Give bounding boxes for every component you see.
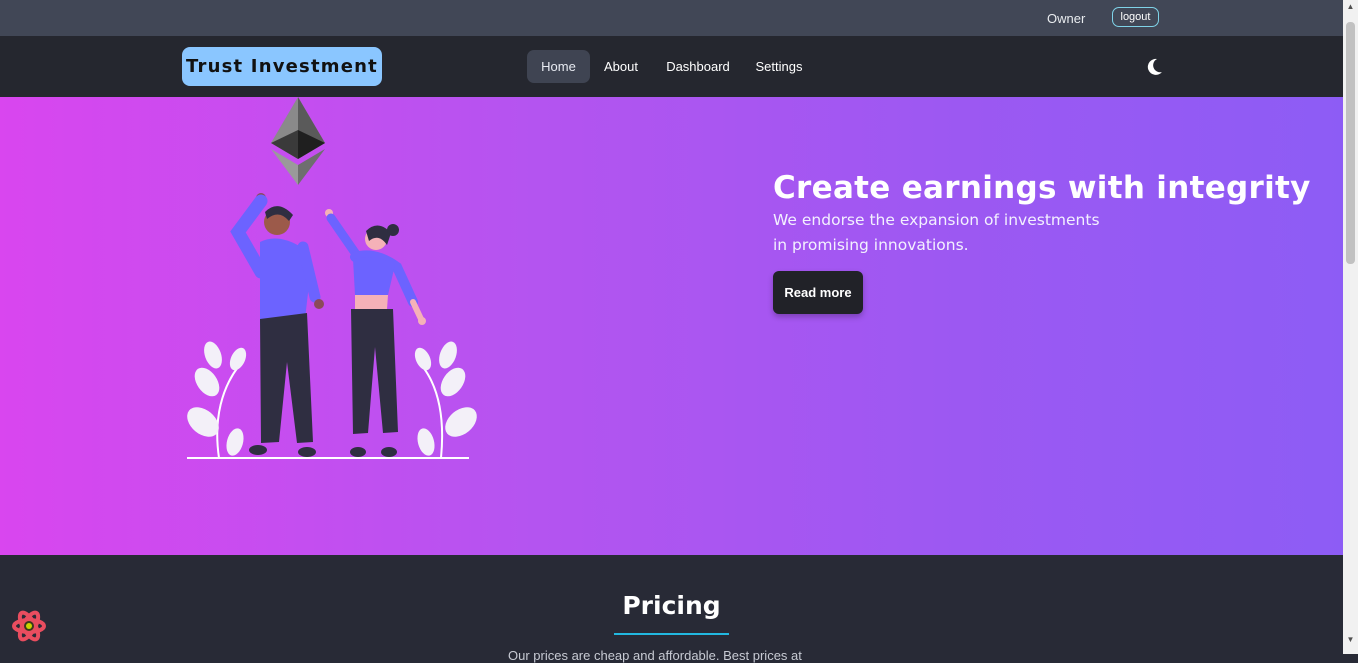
logout-button[interactable]: logout [1112, 7, 1159, 27]
moon-icon[interactable] [1143, 56, 1165, 78]
main-navbar: Trust Investment Home About Dashboard Se… [0, 36, 1343, 97]
nav-dashboard[interactable]: Dashboard [663, 50, 733, 83]
pricing-underline [614, 633, 729, 635]
hero-title: Create earnings with integrity [773, 170, 1311, 206]
nav-about[interactable]: About [599, 50, 643, 83]
pricing-subtitle: Our prices are cheap and affordable. Bes… [508, 648, 802, 663]
hero-section: Create earnings with integrity We endors… [0, 97, 1343, 555]
nav-home[interactable]: Home [527, 50, 590, 83]
scrollbar-thumb[interactable] [1346, 22, 1355, 264]
hero-subtitle: We endorse the expansion of investments … [773, 211, 1100, 254]
read-more-button[interactable]: Read more [773, 271, 863, 314]
scroll-down-icon[interactable]: ▼ [1345, 635, 1356, 645]
scroll-up-icon[interactable]: ▲ [1345, 2, 1356, 12]
top-bar: Owner logout [0, 0, 1343, 36]
pricing-title: Pricing [622, 591, 721, 620]
nav-settings[interactable]: Settings [752, 50, 806, 83]
ethereum-people-illustration [187, 97, 477, 459]
react-icon[interactable] [11, 608, 47, 644]
brand-logo[interactable]: Trust Investment [182, 47, 382, 86]
user-name: Owner [1047, 11, 1086, 26]
